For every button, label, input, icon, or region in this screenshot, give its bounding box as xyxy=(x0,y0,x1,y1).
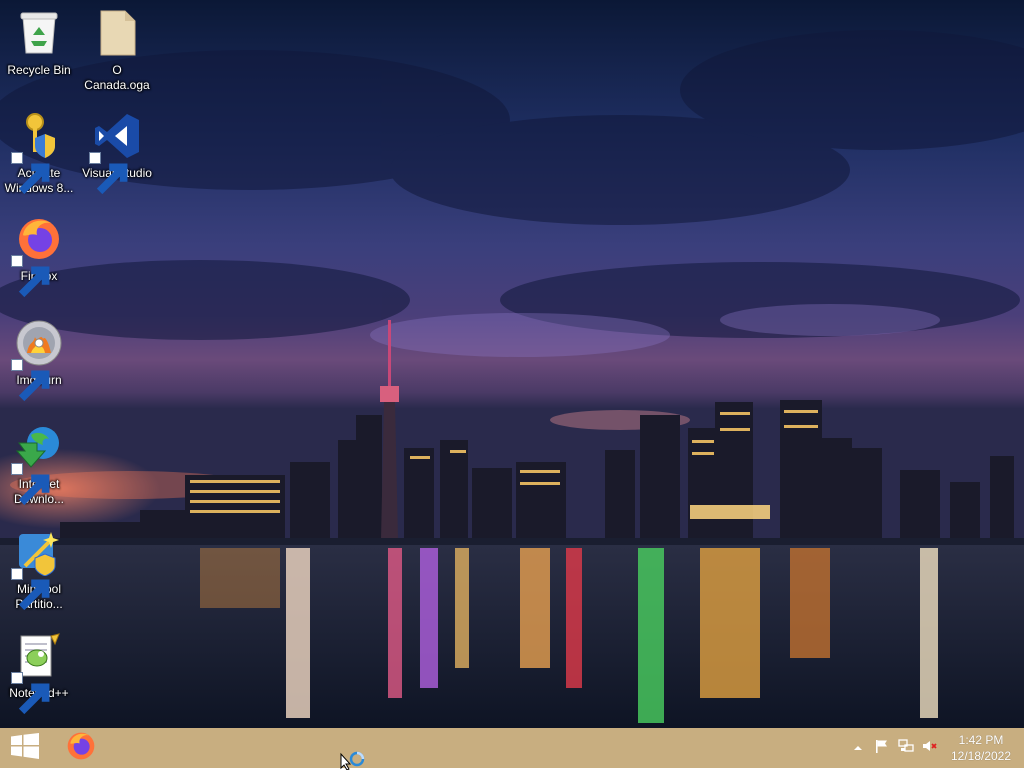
internet-download-icon xyxy=(11,423,63,506)
desktop-icon-internet-download[interactable]: Internet Downlo... xyxy=(2,423,76,507)
desktop-icon-notepadpp[interactable]: Notepad++ xyxy=(2,632,76,715)
desktop-icon-label: Recycle Bin xyxy=(7,63,71,77)
busy-cursor-icon xyxy=(340,750,366,775)
windows-logo-icon xyxy=(11,732,39,764)
desktop-icon-recycle-bin[interactable]: Recycle Bin xyxy=(2,9,76,78)
network-button[interactable] xyxy=(896,728,916,768)
clock-time: 1:42 PM xyxy=(958,733,1004,747)
desktop-wallpaper xyxy=(0,0,1024,728)
shortcut-arrow-icon xyxy=(11,152,50,195)
show-hidden-icons-button[interactable] xyxy=(850,728,866,768)
desktop-icon-imgburn[interactable]: ImgBurn xyxy=(2,319,76,402)
desktop-icon-firefox[interactable]: Firefox xyxy=(2,215,76,298)
audio-file-icon xyxy=(93,9,141,57)
speaker-muted-icon xyxy=(922,739,938,758)
chevron-up-icon xyxy=(853,739,863,757)
shortcut-arrow-icon xyxy=(11,568,50,611)
start-button[interactable] xyxy=(0,728,50,768)
shortcut-arrow-icon xyxy=(11,359,50,402)
firefox-icon xyxy=(65,730,97,767)
recycle-bin-icon xyxy=(15,9,63,57)
clock-date: 12/18/2022 xyxy=(950,749,1012,763)
network-icon xyxy=(898,738,914,758)
desktop-icon-label: O Canada.oga xyxy=(84,63,150,92)
desktop-icon-minitool[interactable]: MiniTool Partitio... xyxy=(2,528,76,612)
desktop-icon-visual-studio[interactable]: Visual Studio xyxy=(80,112,154,195)
key-shield-icon xyxy=(11,112,63,195)
taskbar-clock[interactable]: 1:42 PM 12/18/2022 xyxy=(944,732,1018,764)
taskbar: 1:42 PM 12/18/2022 xyxy=(0,728,1024,771)
shortcut-arrow-icon xyxy=(89,152,128,195)
shortcut-arrow-icon xyxy=(11,672,50,715)
minitool-wand-icon xyxy=(11,528,63,611)
visual-studio-icon xyxy=(89,112,141,195)
imgburn-disc-icon xyxy=(11,319,63,402)
desktop-icon-activate-windows[interactable]: Activate Windows 8... xyxy=(2,112,76,196)
volume-button[interactable] xyxy=(920,728,940,768)
flag-icon xyxy=(875,739,889,758)
taskbar-firefox-button[interactable] xyxy=(58,728,104,768)
shortcut-arrow-icon xyxy=(11,463,50,506)
action-center-button[interactable] xyxy=(872,728,892,768)
firefox-icon xyxy=(11,215,63,298)
shortcut-arrow-icon xyxy=(11,255,50,298)
desktop-icon-o-canada[interactable]: O Canada.oga xyxy=(80,9,154,93)
notepadpp-icon xyxy=(11,632,63,715)
